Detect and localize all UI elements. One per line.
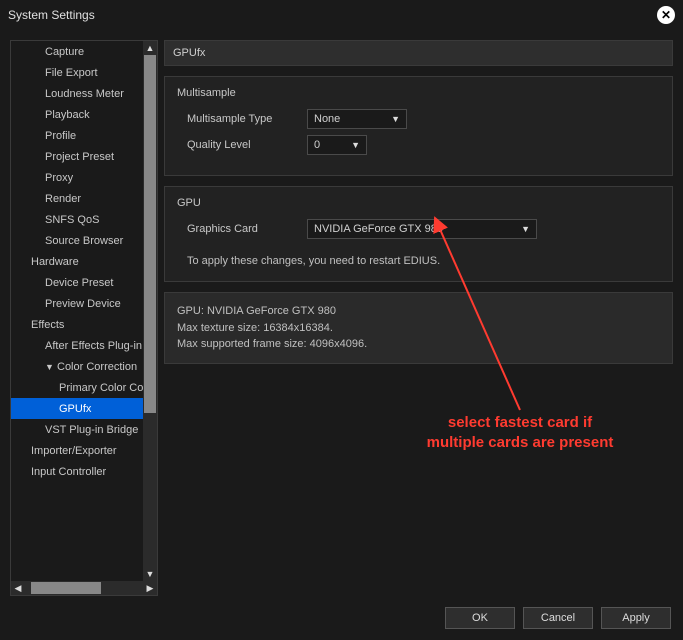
tree-item-label: Render (45, 193, 81, 205)
tree-item[interactable]: Render (11, 188, 143, 209)
chevron-down-icon: ▼ (45, 362, 55, 372)
cancel-button[interactable]: Cancel (523, 607, 593, 629)
tree-item[interactable]: Input Controller (11, 461, 143, 482)
scroll-down-icon[interactable]: ▼ (143, 567, 157, 581)
multisample-type-select[interactable]: None ▼ (307, 109, 407, 129)
chevron-down-icon: ▼ (391, 114, 400, 124)
ok-button[interactable]: OK (445, 607, 515, 629)
horizontal-scrollbar[interactable]: ◀ ▶ (11, 581, 157, 595)
tree-item-label: Source Browser (45, 235, 123, 247)
tree-item[interactable]: Preview Device (11, 293, 143, 314)
multisample-group: Multisample Multisample Type None ▼ Qual… (164, 76, 673, 176)
annotation-text: select fastest card if multiple cards ar… (420, 413, 620, 452)
tree-item[interactable]: After Effects Plug-in Bridge (11, 335, 143, 356)
tree-item-label: GPUfx (59, 403, 91, 415)
tree-item[interactable]: Playback (11, 104, 143, 125)
tree-item[interactable]: Profile (11, 125, 143, 146)
dialog-footer: OK Cancel Apply (0, 596, 683, 640)
graphics-card-value: NVIDIA GeForce GTX 980 (314, 223, 443, 235)
tree-item-label: Preview Device (45, 298, 121, 310)
tree-item[interactable]: Capture (11, 41, 143, 62)
tree-item[interactable]: SNFS QoS (11, 209, 143, 230)
tree-item[interactable]: Hardware (11, 251, 143, 272)
apply-button[interactable]: Apply (601, 607, 671, 629)
tree-item-label: After Effects Plug-in Bridge (45, 340, 143, 352)
tree-item[interactable]: ▼Color Correction (11, 356, 143, 377)
tree-item-label: Hardware (31, 256, 79, 268)
settings-tree[interactable]: Capture File Export Loudness Meter Playback… (11, 41, 143, 581)
graphics-card-select[interactable]: NVIDIA GeForce GTX 980 ▼ (307, 219, 537, 239)
tree-item[interactable]: Project Preset (11, 146, 143, 167)
gpu-group: GPU Graphics Card NVIDIA GeForce GTX 980… (164, 186, 673, 282)
titlebar: System Settings ✕ (0, 0, 683, 30)
gpu-info-line: Max supported frame size: 4096x4096. (177, 336, 660, 353)
tree-item[interactable]: Proxy (11, 167, 143, 188)
scroll-thumb[interactable] (144, 55, 156, 413)
multisample-title: Multisample (177, 87, 660, 99)
gpu-title: GPU (177, 197, 660, 209)
sidebar: Capture File Export Loudness Meter Playback… (10, 40, 158, 596)
tree-item[interactable]: File Export (11, 62, 143, 83)
multisample-type-label: Multisample Type (177, 113, 307, 125)
scroll-left-icon[interactable]: ◀ (11, 581, 25, 595)
gpu-info-line: GPU: NVIDIA GeForce GTX 980 (177, 303, 660, 320)
gpu-info-box: GPU: NVIDIA GeForce GTX 980 Max texture … (164, 292, 673, 364)
tree-item[interactable]: GPUfx (11, 398, 143, 419)
tree-item-label: Color Correction (57, 361, 137, 373)
tree-item-label: Capture (45, 46, 84, 58)
chevron-down-icon: ▼ (521, 224, 530, 234)
tree-item-label: Loudness Meter (45, 88, 124, 100)
tree-item-label: SNFS QoS (45, 214, 99, 226)
tree-item[interactable]: VST Plug-in Bridge (11, 419, 143, 440)
scroll-right-icon[interactable]: ▶ (143, 581, 157, 595)
restart-note: To apply these changes, you need to rest… (177, 245, 660, 267)
chevron-down-icon: ▼ (351, 140, 360, 150)
graphics-card-label: Graphics Card (177, 223, 307, 235)
tree-item-label: VST Plug-in Bridge (45, 424, 138, 436)
tree-item-label: File Export (45, 67, 98, 79)
tree-item-label: Input Controller (31, 466, 106, 478)
tree-item[interactable]: Source Browser (11, 230, 143, 251)
multisample-type-value: None (314, 113, 340, 125)
tree-item-label: Proxy (45, 172, 73, 184)
tree-item-label: Playback (45, 109, 90, 121)
settings-window: System Settings ✕ Capture File Export Loud… (0, 0, 683, 640)
quality-level-label: Quality Level (177, 139, 307, 151)
vertical-scrollbar[interactable]: ▲ ▼ (143, 41, 157, 581)
tree-item-label: Effects (31, 319, 64, 331)
scroll-up-icon[interactable]: ▲ (143, 41, 157, 55)
quality-level-select[interactable]: 0 ▼ (307, 135, 367, 155)
close-icon[interactable]: ✕ (657, 6, 675, 24)
tree-item[interactable]: Importer/Exporter (11, 440, 143, 461)
tree-item-label: Device Preset (45, 277, 113, 289)
tree-item-label: Importer/Exporter (31, 445, 117, 457)
tree-item[interactable]: Effects (11, 314, 143, 335)
tree-item-label: Project Preset (45, 151, 114, 163)
quality-level-value: 0 (314, 139, 320, 151)
tree-item[interactable]: Device Preset (11, 272, 143, 293)
window-title: System Settings (8, 8, 95, 22)
scroll-thumb-h[interactable] (31, 582, 101, 594)
tree-item[interactable]: Loudness Meter (11, 83, 143, 104)
gpu-info-line: Max texture size: 16384x16384. (177, 320, 660, 337)
panel-title: GPUfx (164, 40, 673, 66)
tree-item-label: Profile (45, 130, 76, 142)
tree-item-label: Primary Color Correction (59, 382, 143, 394)
tree-item[interactable]: Primary Color Correction (11, 377, 143, 398)
